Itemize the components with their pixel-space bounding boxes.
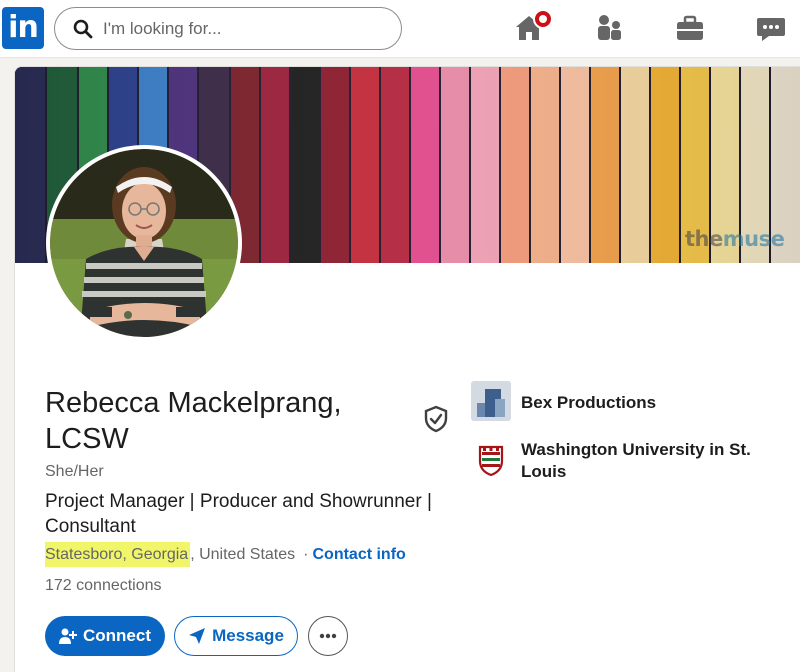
school-name: Washington University in St. Louis	[521, 440, 751, 481]
top-nav: in	[0, 0, 800, 58]
location-country: , United States	[190, 546, 296, 563]
notification-badge	[533, 9, 553, 29]
bex-productions-logo	[471, 381, 511, 421]
pronouns: She/Her	[45, 463, 104, 480]
search-icon	[73, 19, 93, 39]
profile-photo[interactable]	[46, 145, 242, 341]
education-school[interactable]: Washington University in St. Louis	[471, 439, 761, 483]
my-network-icon[interactable]	[594, 12, 626, 44]
shield-check-icon[interactable]	[423, 405, 449, 433]
search-input[interactable]	[103, 16, 393, 42]
search-bar[interactable]	[54, 7, 402, 50]
more-actions-button[interactable]	[308, 616, 348, 656]
washu-logo	[471, 439, 511, 479]
connections-count[interactable]: 172 connections	[45, 577, 162, 595]
location-city: Statesboro, Georgia	[45, 542, 191, 567]
location-row: Statesboro, Georgia, United States · Conta…	[45, 542, 406, 567]
banner-watermark: themuse	[685, 227, 785, 251]
profile-card: themuse Rebecca Mackelprang, LCSW She/He…	[14, 66, 800, 672]
connect-label: Connect	[83, 626, 151, 645]
separator-dot: ·	[303, 546, 309, 563]
company-name: Bex Productions	[521, 393, 657, 412]
connect-button[interactable]: Connect	[45, 616, 165, 656]
messaging-icon[interactable]	[755, 12, 787, 44]
profile-photo-image	[50, 149, 238, 337]
watermark-part-a: the	[685, 227, 723, 251]
ellipsis-icon	[319, 633, 337, 639]
jobs-icon[interactable]	[674, 12, 706, 44]
add-person-icon	[59, 627, 77, 645]
send-icon	[188, 627, 206, 645]
watermark-part-b: muse	[722, 227, 785, 251]
profile-name: Rebecca Mackelprang, LCSW	[45, 387, 342, 455]
linkedin-logo[interactable]: in	[2, 7, 44, 49]
message-button[interactable]: Message	[174, 616, 298, 656]
message-label: Message	[212, 626, 284, 645]
profile-headline: Project Manager | Producer and Showrunne…	[45, 491, 432, 537]
contact-info-link[interactable]: Contact info	[312, 546, 405, 563]
current-company[interactable]: Bex Productions	[471, 381, 761, 421]
